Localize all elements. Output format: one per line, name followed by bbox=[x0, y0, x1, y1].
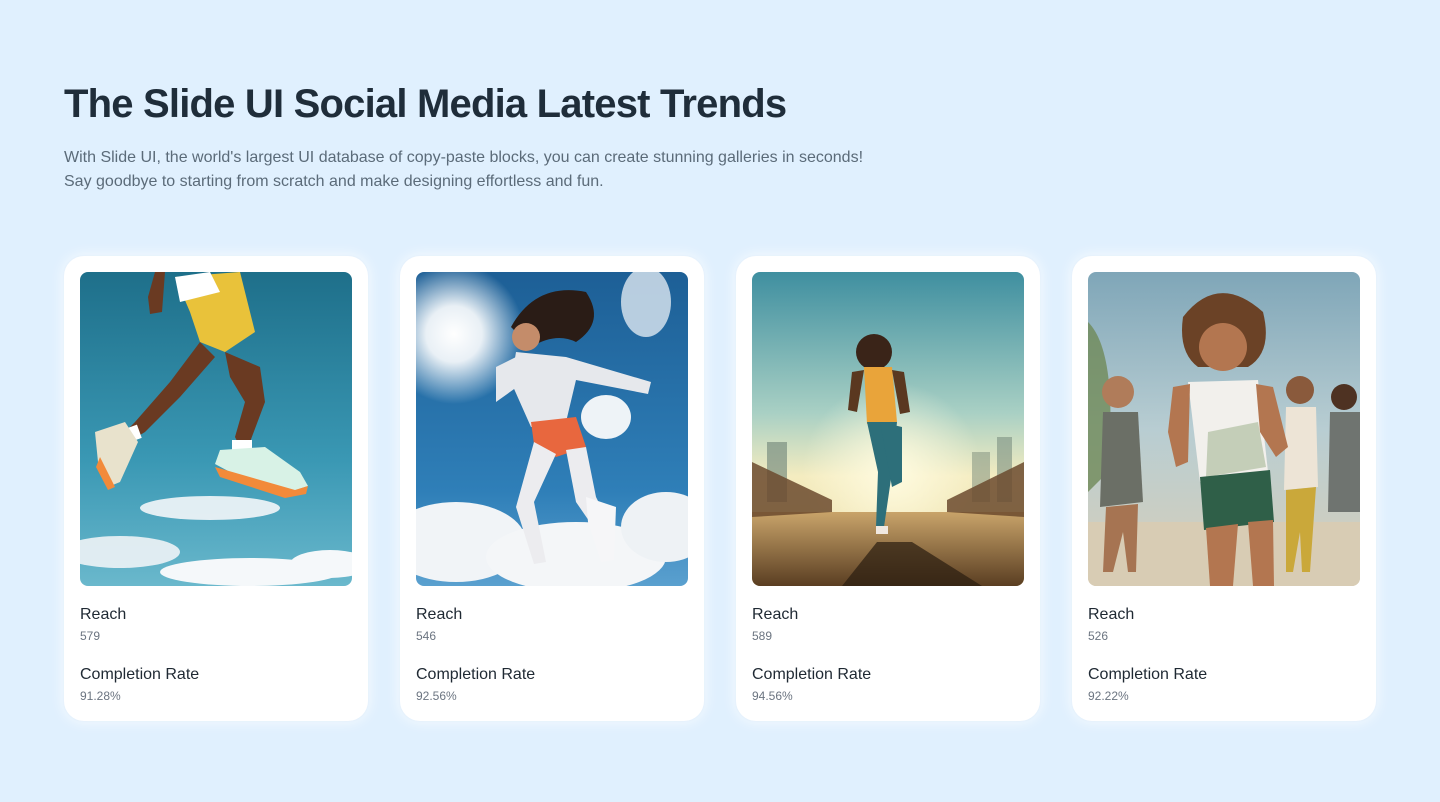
trend-card[interactable]: Reach 589 Completion Rate 94.56% bbox=[736, 256, 1040, 721]
reach-value: 589 bbox=[752, 629, 773, 643]
page-subtitle: With Slide UI, the world's largest UI da… bbox=[64, 149, 864, 190]
woman-leaping-sky-photo[interactable] bbox=[416, 272, 688, 586]
group-running-women-photo[interactable] bbox=[1088, 272, 1360, 586]
reach-label: Reach bbox=[80, 606, 127, 623]
reach-label: Reach bbox=[752, 606, 799, 623]
completion-rate-label: Completion Rate bbox=[752, 666, 872, 683]
completion-rate-label: Completion Rate bbox=[1088, 666, 1208, 683]
trend-card[interactable]: Reach 526 Completion Rate 92.22% bbox=[1072, 256, 1376, 721]
page-title: The Slide UI Social Media Latest Trends bbox=[64, 82, 787, 126]
completion-rate-value: 92.56% bbox=[416, 689, 457, 703]
completion-rate-value: 94.56% bbox=[752, 689, 793, 703]
trend-card[interactable]: Reach 546 Completion Rate 92.56% bbox=[400, 256, 704, 721]
header: The Slide UI Social Media Latest Trends … bbox=[64, 80, 884, 194]
completion-rate-label: Completion Rate bbox=[80, 666, 200, 683]
trend-card[interactable]: Reach 579 Completion Rate 91.28% bbox=[64, 256, 368, 721]
reach-value: 526 bbox=[1088, 629, 1109, 643]
reach-value: 579 bbox=[80, 629, 101, 643]
completion-rate-label: Completion Rate bbox=[416, 666, 536, 683]
reach-label: Reach bbox=[1088, 606, 1135, 623]
completion-rate-value: 92.22% bbox=[1088, 689, 1129, 703]
woman-running-bridge-photo[interactable] bbox=[752, 272, 1024, 586]
page: The Slide UI Social Media Latest Trends … bbox=[0, 0, 1440, 802]
reach-label: Reach bbox=[416, 606, 463, 623]
completion-rate-value: 91.28% bbox=[80, 689, 121, 703]
cards-gallery: Reach 579 Completion Rate 91.28% Reach 5… bbox=[64, 256, 1376, 721]
reach-value: 546 bbox=[416, 629, 437, 643]
runner-jumping-legs-photo[interactable] bbox=[80, 272, 352, 586]
